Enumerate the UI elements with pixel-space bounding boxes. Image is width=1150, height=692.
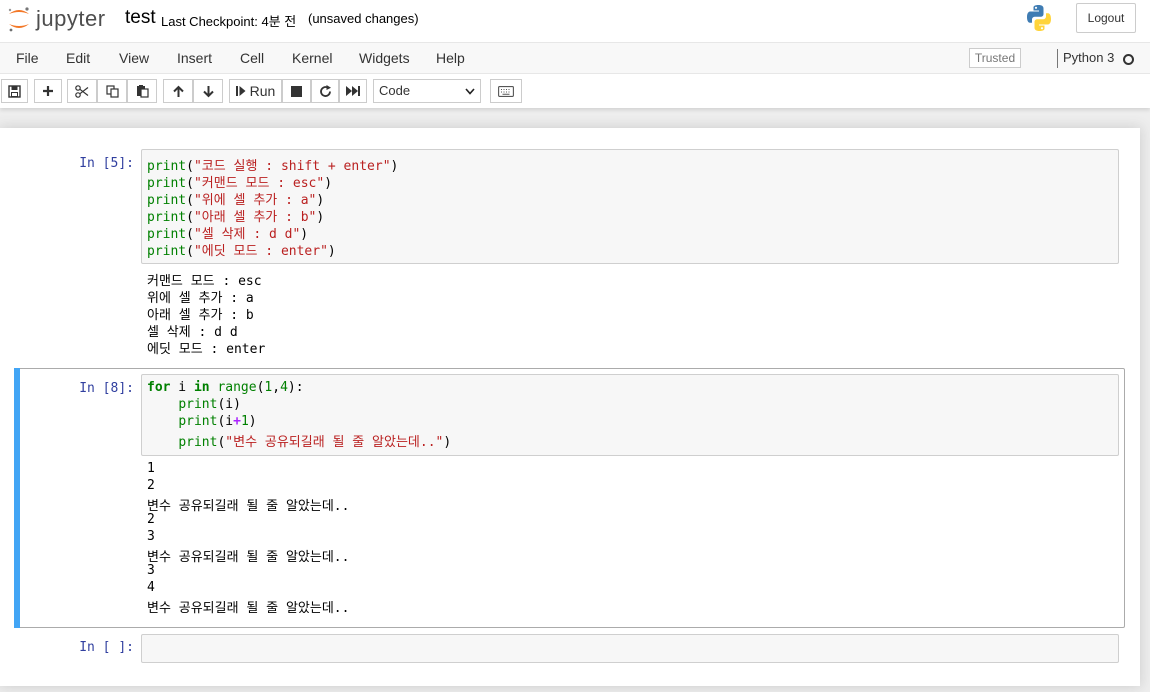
save-button[interactable]	[1, 79, 28, 103]
jupyter-wordmark: jupyter	[36, 6, 106, 31]
code-cell-input[interactable]	[141, 634, 1119, 663]
code-line: print(i+1)	[178, 414, 257, 429]
output-line: 4	[147, 580, 155, 595]
restart-run-all-button[interactable]	[339, 79, 367, 103]
code-line: print(i)	[178, 397, 241, 412]
paste-button[interactable]	[127, 79, 157, 103]
menu-file[interactable]: File	[16, 50, 39, 66]
output-line: 변수 공유되길래 될 줄 알았는데..	[147, 550, 350, 565]
cut-button[interactable]	[67, 79, 97, 103]
notebook-name[interactable]: test	[125, 7, 156, 29]
menu-help[interactable]: Help	[436, 50, 465, 66]
autosave-status: (unsaved changes)	[308, 11, 419, 26]
output-line: 3	[147, 563, 155, 578]
command-palette-button[interactable]	[490, 79, 522, 103]
chevron-down-icon	[465, 88, 475, 95]
arrow-down-icon	[202, 85, 214, 97]
code-line: print("에딧 모드 : enter")	[147, 244, 336, 259]
python-logo-icon	[1027, 5, 1051, 31]
trusted-indicator[interactable]: Trusted	[969, 48, 1021, 68]
menu-insert[interactable]: Insert	[177, 50, 212, 66]
notebook-container: In [5]: print("코드 실행 : shift + enter") p…	[0, 128, 1140, 686]
keyboard-icon	[498, 85, 514, 97]
header-top: jupyter test Last Checkpoint: 4분 전 (unsa…	[0, 0, 1150, 42]
kernel-idle-icon	[1123, 54, 1134, 65]
cut-icon	[75, 84, 89, 98]
arrow-up-icon	[172, 85, 184, 97]
kernel-separator	[1057, 49, 1058, 68]
jupyter-logo[interactable]: jupyter	[6, 5, 118, 33]
last-checkpoint: Last Checkpoint: 4분 전	[161, 14, 297, 29]
plus-icon	[43, 86, 53, 96]
kernel-name: Python 3	[1063, 50, 1115, 65]
output-line: 변수 공유되길래 될 줄 알았는데..	[147, 499, 350, 514]
save-icon	[8, 84, 21, 98]
cell-prompt: In [8]:	[79, 381, 134, 396]
menu-view[interactable]: View	[119, 50, 149, 66]
cell-prompt: In [ ]:	[79, 640, 134, 655]
restart-button[interactable]	[311, 79, 339, 103]
menu-kernel[interactable]: Kernel	[292, 50, 332, 66]
output-line: 에딧 모드 : enter	[147, 342, 266, 357]
interrupt-button[interactable]	[282, 79, 311, 103]
code-line: print("변수 공유되길래 될 줄 알았는데..")	[178, 435, 452, 450]
move-up-button[interactable]	[163, 79, 193, 103]
output-line: 2	[147, 512, 155, 527]
copy-button[interactable]	[97, 79, 127, 103]
header: jupyter test Last Checkpoint: 4분 전 (unsa…	[0, 0, 1150, 108]
paste-icon	[136, 85, 149, 98]
cell-type-value: Code	[379, 83, 411, 98]
cell-prompt: In [5]:	[79, 156, 134, 171]
menubar: File Edit View Insert Cell Kernel Widget…	[0, 42, 1150, 74]
stop-icon	[291, 85, 302, 97]
code-cell-input[interactable]: for i in range(1,4): print(i) print(i+1)…	[141, 374, 1119, 456]
code-line: for i in range(1,4):	[147, 380, 304, 395]
jupyter-logo-icon	[8, 7, 29, 32]
output-line: 1	[147, 461, 155, 476]
restart-icon	[319, 84, 331, 97]
code-cell-input[interactable]: print("코드 실행 : shift + enter") print("커맨…	[141, 149, 1119, 264]
toolbar: Run	[0, 74, 1150, 108]
output-line: 3	[147, 529, 155, 544]
insert-cell-button[interactable]	[34, 79, 62, 103]
menu-cell[interactable]: Cell	[240, 50, 264, 66]
output-line: 2	[147, 478, 155, 493]
move-down-button[interactable]	[193, 79, 223, 103]
output-line: 변수 공유되길래 될 줄 알았는데..	[147, 601, 350, 616]
fast-forward-icon	[346, 86, 360, 96]
run-label: Run	[249, 83, 276, 99]
logout-button[interactable]: Logout	[1076, 3, 1136, 33]
selected-cell-indicator	[14, 368, 20, 628]
menu-widgets[interactable]: Widgets	[359, 50, 410, 66]
run-button[interactable]: Run	[229, 79, 282, 103]
cell-type-select[interactable]: Code	[373, 79, 481, 103]
run-icon	[235, 86, 246, 96]
copy-icon	[105, 84, 119, 98]
menu-edit[interactable]: Edit	[66, 50, 90, 66]
